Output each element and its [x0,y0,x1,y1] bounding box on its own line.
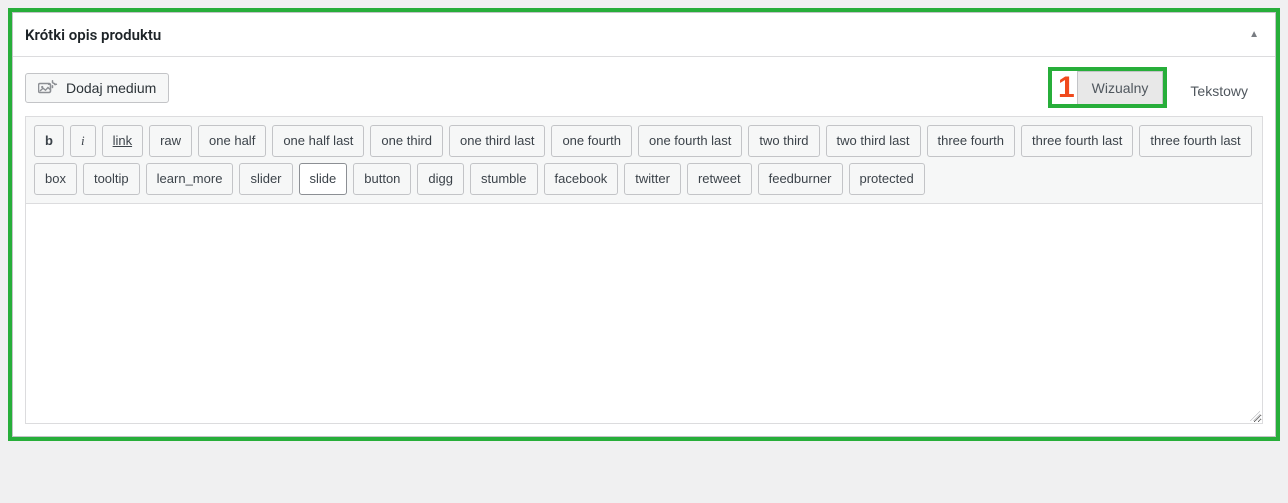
qt-slide-button[interactable]: slide [299,163,348,195]
tab-visual[interactable]: Wizualny [1077,71,1164,104]
editor-textarea[interactable] [25,204,1263,424]
qt-onefourthlast-button[interactable]: one fourth last [638,125,742,157]
panel-header: Krótki opis produktu ▲ [13,13,1275,57]
panel-body: Dodaj medium 1 Wizualny Tekstowy [13,57,1275,436]
qt-learnmore-button[interactable]: learn_more [146,163,234,195]
qt-stumble-button[interactable]: stumble [470,163,538,195]
panel-toggle-button[interactable]: ▲ [1245,25,1263,44]
qt-twothird-button[interactable]: two third [748,125,819,157]
qt-twothirdlast-button[interactable]: two third last [826,125,921,157]
qt-threefourthlast2-button[interactable]: three fourth last [1139,125,1251,157]
tab-text-label: Tekstowy [1190,83,1248,99]
quicktags-toolbar: bilinkrawone halfone half lastone thirdo… [25,116,1263,204]
qt-raw-button[interactable]: raw [149,125,192,157]
qt-link-button[interactable]: link [102,125,144,157]
editor-top-row: Dodaj medium 1 Wizualny Tekstowy [25,67,1263,108]
media-icon [38,80,58,96]
annotation-box-1: 1 Wizualny [1048,67,1167,108]
editor-tabs: 1 Wizualny Tekstowy [1048,67,1263,108]
qt-protected-button[interactable]: protected [849,163,925,195]
add-media-label: Dodaj medium [66,80,156,96]
qt-threefourthlast-button[interactable]: three fourth last [1021,125,1133,157]
panel-title: Krótki opis produktu [25,26,161,44]
qt-twitter-button[interactable]: twitter [624,163,681,195]
tab-text[interactable]: Tekstowy [1175,74,1263,108]
short-description-panel: Krótki opis produktu ▲ [12,12,1276,437]
qt-button-button[interactable]: button [353,163,411,195]
qt-tooltip-button[interactable]: tooltip [83,163,140,195]
qt-slider-button[interactable]: slider [239,163,292,195]
qt-b-button[interactable]: b [34,125,64,157]
chevron-up-icon: ▲ [1249,29,1259,40]
qt-feedburner-button[interactable]: feedburner [758,163,843,195]
annotation-frame: Krótki opis produktu ▲ [8,8,1280,441]
qt-onefourth-button[interactable]: one fourth [551,125,632,157]
qt-retweet-button[interactable]: retweet [687,163,752,195]
qt-onehalflast-button[interactable]: one half last [272,125,364,157]
qt-onethirdlast-button[interactable]: one third last [449,125,545,157]
qt-onehalf-button[interactable]: one half [198,125,266,157]
qt-onethird-button[interactable]: one third [370,125,443,157]
qt-digg-button[interactable]: digg [417,163,464,195]
qt-box-button[interactable]: box [34,163,77,195]
qt-i-button[interactable]: i [70,125,96,157]
tab-visual-label: Wizualny [1092,80,1149,96]
qt-facebook-button[interactable]: facebook [544,163,619,195]
add-media-button[interactable]: Dodaj medium [25,73,169,103]
qt-threefourth-button[interactable]: three fourth [927,125,1016,157]
annotation-marker-1: 1 [1052,73,1077,103]
